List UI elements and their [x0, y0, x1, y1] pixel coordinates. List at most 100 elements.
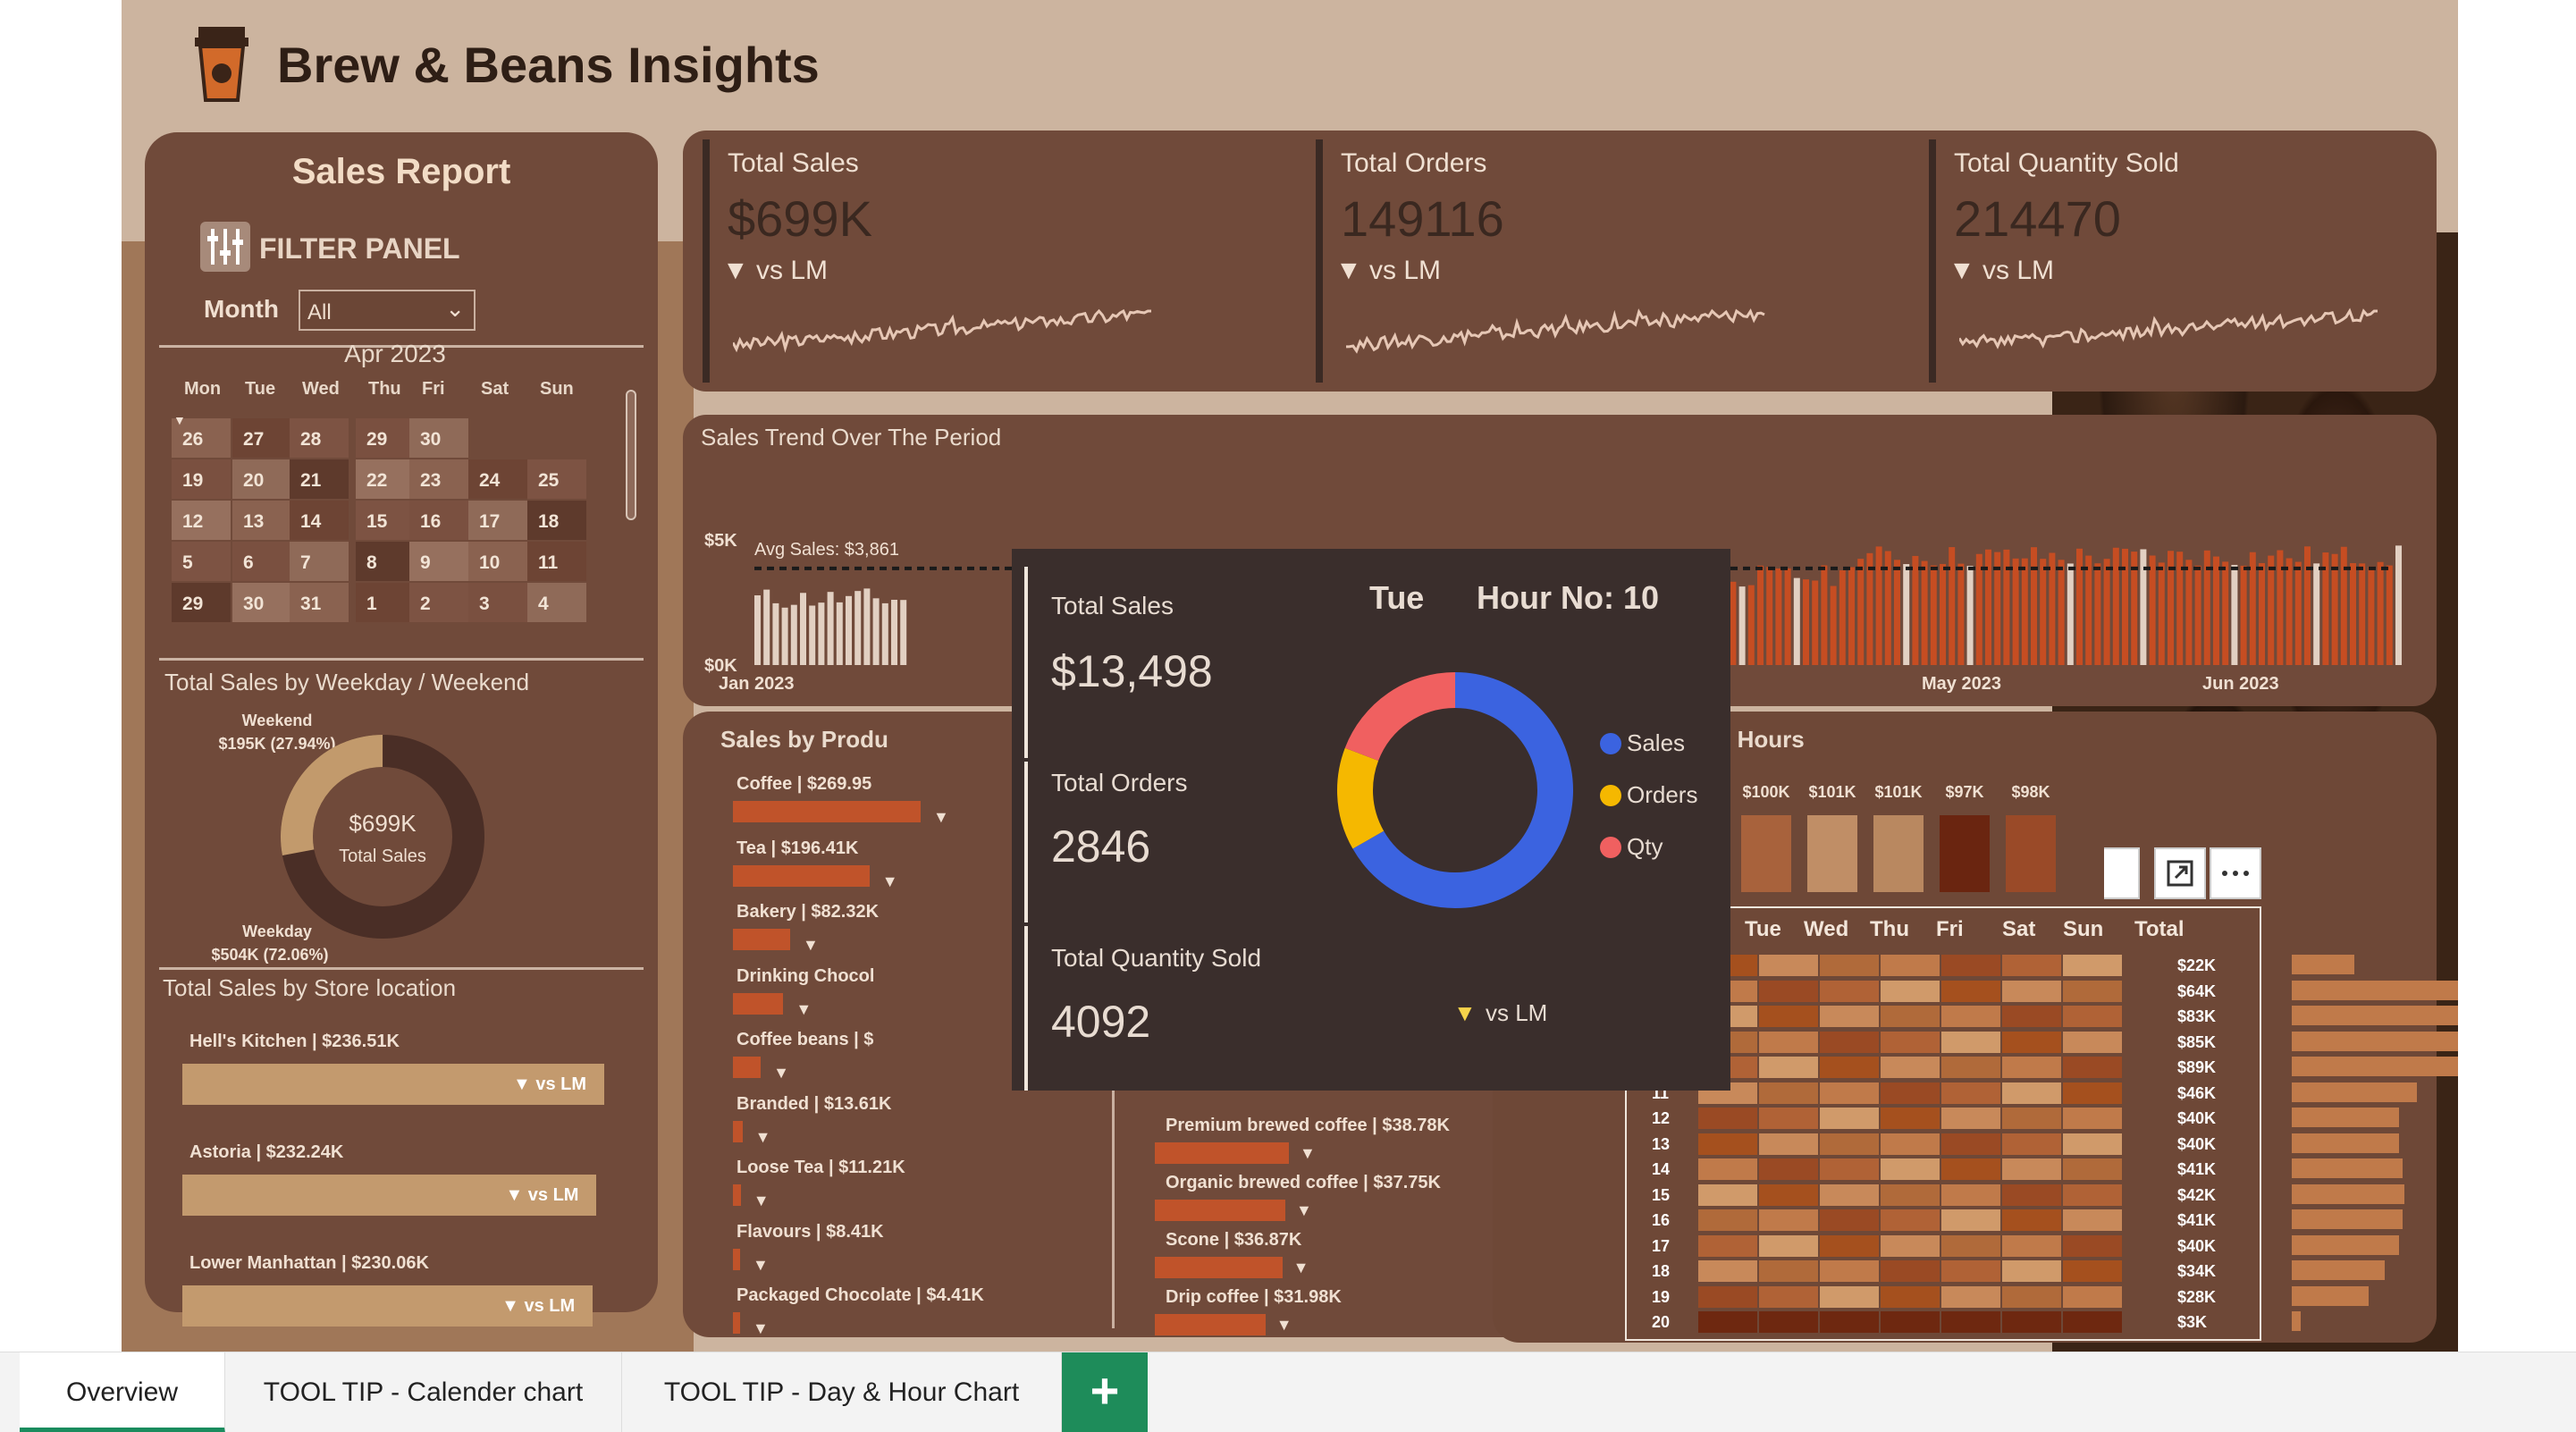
trend-bar[interactable] — [781, 607, 788, 665]
trend-bar[interactable] — [2040, 559, 2047, 665]
trend-bar[interactable] — [2067, 563, 2074, 665]
trend-bar[interactable] — [1966, 565, 1974, 665]
trend-bar[interactable] — [2359, 563, 2366, 665]
hour-total-bar[interactable] — [2292, 1234, 2399, 1255]
trend-bar[interactable] — [1766, 567, 1773, 665]
trend-bar[interactable] — [809, 605, 816, 665]
trend-bar[interactable] — [1784, 568, 1791, 665]
trend-bar[interactable] — [2313, 563, 2320, 665]
trend-bar[interactable] — [854, 591, 862, 665]
trend-bar[interactable] — [1839, 569, 1846, 665]
calendar-day[interactable]: 15 — [356, 501, 415, 540]
product-bar[interactable] — [733, 801, 921, 822]
trend-bar[interactable] — [2149, 555, 2156, 665]
calendar-day[interactable]: 4 — [527, 583, 586, 622]
more-options-icon[interactable] — [2210, 847, 2261, 899]
hour-total-bar[interactable] — [2292, 1311, 2301, 1331]
calendar-day[interactable]: 13 — [232, 501, 291, 540]
filter-sliders-icon[interactable] — [200, 222, 250, 272]
location-bar[interactable]: ▼ vs LM — [182, 1175, 597, 1216]
trend-bar[interactable] — [900, 600, 907, 665]
hour-total-bar[interactable] — [2292, 1031, 2458, 1051]
trend-bar[interactable] — [2386, 565, 2393, 665]
trend-bar[interactable] — [846, 595, 852, 665]
trend-bar[interactable] — [1940, 563, 1946, 665]
trend-bar[interactable] — [2377, 561, 2384, 665]
trend-bar[interactable] — [1975, 553, 1983, 665]
product-type-bar[interactable] — [1155, 1314, 1266, 1335]
calendar-day[interactable]: 28 — [290, 418, 349, 458]
trend-bar[interactable] — [2395, 545, 2402, 665]
trend-bar[interactable] — [2031, 547, 2037, 665]
product-bar[interactable] — [733, 929, 791, 950]
trend-bar[interactable] — [1857, 559, 1865, 665]
trend-bar[interactable] — [2103, 559, 2110, 665]
product-bar[interactable] — [733, 1120, 743, 1142]
product-bar[interactable] — [733, 1184, 741, 1206]
trend-bar[interactable] — [2021, 558, 2028, 665]
day-column-bar[interactable] — [1940, 815, 1990, 892]
calendar-day[interactable]: 22 — [356, 459, 415, 499]
day-column-bar[interactable] — [1873, 815, 1924, 892]
trend-bar[interactable] — [2259, 562, 2265, 665]
product-type-bar[interactable] — [1155, 1142, 1289, 1164]
trend-bar[interactable] — [1757, 565, 1764, 665]
trend-bar[interactable] — [1903, 564, 1910, 665]
calendar-day[interactable]: 24 — [468, 459, 527, 499]
trend-bar[interactable] — [1921, 560, 1928, 665]
location-bar[interactable]: ▼ vs LM — [182, 1064, 604, 1105]
calendar-scrollbar[interactable] — [626, 390, 636, 520]
trend-bar[interactable] — [2058, 560, 2065, 665]
trend-bar[interactable] — [2340, 546, 2347, 665]
trend-bar[interactable] — [754, 595, 761, 665]
calendar-day[interactable]: 27 — [232, 418, 291, 458]
calendar-day[interactable]: 16 — [409, 501, 468, 540]
trend-bar[interactable] — [1821, 565, 1828, 665]
trend-bar[interactable] — [1894, 560, 1900, 665]
trend-bar[interactable] — [2231, 564, 2238, 665]
calendar-day[interactable]: 17 — [468, 501, 527, 540]
add-page-button[interactable]: + — [1062, 1352, 1148, 1432]
hour-total-bar[interactable] — [2292, 1133, 2399, 1153]
trend-bar[interactable] — [2085, 555, 2092, 665]
collapse-arrow-icon[interactable]: ▼ — [173, 413, 186, 427]
day-column-bar[interactable] — [1807, 815, 1857, 892]
day-column-bar[interactable] — [1741, 815, 1791, 892]
product-bar[interactable] — [733, 1248, 740, 1270]
trend-bar[interactable] — [2350, 562, 2356, 665]
tab-calendar-tooltip[interactable]: TOOL TIP - Calender chart — [225, 1352, 622, 1432]
calendar-day[interactable]: 6 — [232, 542, 291, 581]
focus-mode-icon[interactable] — [2154, 847, 2206, 899]
trend-bar[interactable] — [1949, 547, 1956, 665]
hour-total-bar[interactable] — [2292, 955, 2354, 974]
hour-total-bar[interactable] — [2292, 1285, 2369, 1306]
trend-bar[interactable] — [790, 604, 797, 665]
hour-total-bar[interactable] — [2292, 1158, 2403, 1178]
trend-bar[interactable] — [891, 599, 897, 665]
hour-total-bar[interactable] — [2292, 980, 2458, 1000]
trend-bar[interactable] — [1747, 585, 1755, 665]
calendar-day[interactable]: 29 — [172, 583, 231, 622]
trend-bar[interactable] — [2112, 547, 2119, 665]
calendar-day[interactable]: 30 — [409, 418, 468, 458]
hour-total-bar[interactable] — [2292, 1057, 2458, 1076]
trend-bar[interactable] — [1730, 581, 1737, 665]
trend-bar[interactable] — [763, 589, 770, 665]
trend-bar[interactable] — [1848, 567, 1855, 665]
calendar-day[interactable]: 9 — [409, 542, 468, 581]
trend-bar[interactable] — [2331, 553, 2338, 665]
hour-total-bar[interactable] — [2292, 1108, 2399, 1127]
month-dropdown[interactable]: All ⌄ — [299, 290, 476, 331]
hour-total-bar[interactable] — [2292, 1184, 2404, 1204]
trend-bar[interactable] — [2213, 556, 2219, 665]
tab-overview[interactable]: Overview — [20, 1352, 225, 1432]
calendar-day[interactable]: 23 — [409, 459, 468, 499]
product-type-bar[interactable] — [1155, 1257, 1283, 1278]
calendar-day[interactable]: 29 — [356, 418, 415, 458]
trend-bar[interactable] — [1830, 585, 1837, 665]
calendar-day[interactable]: 18 — [527, 501, 586, 540]
trend-bar[interactable] — [800, 593, 806, 665]
trend-bar[interactable] — [881, 602, 888, 665]
calendar-day[interactable]: 20 — [232, 459, 291, 499]
trend-bar[interactable] — [818, 602, 825, 665]
